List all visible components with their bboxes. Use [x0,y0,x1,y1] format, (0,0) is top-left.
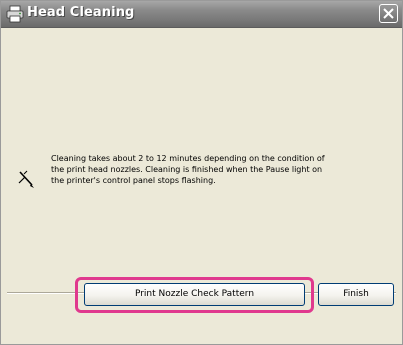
close-button[interactable] [379,4,398,23]
title-bar[interactable]: Head Cleaning [1,1,402,28]
head-cleaning-dialog: Head Cleaning Cleaning takes about 2 to … [0,0,403,345]
print-nozzle-check-pattern-button[interactable]: Print Nozzle Check Pattern [84,283,305,306]
printer-icon [6,5,24,23]
pen-icon [17,168,37,190]
cleaning-message: Cleaning takes about 2 to 12 minutes dep… [51,154,325,185]
window-title: Head Cleaning [27,5,135,20]
close-icon [383,8,394,19]
finish-button[interactable]: Finish [318,283,394,306]
